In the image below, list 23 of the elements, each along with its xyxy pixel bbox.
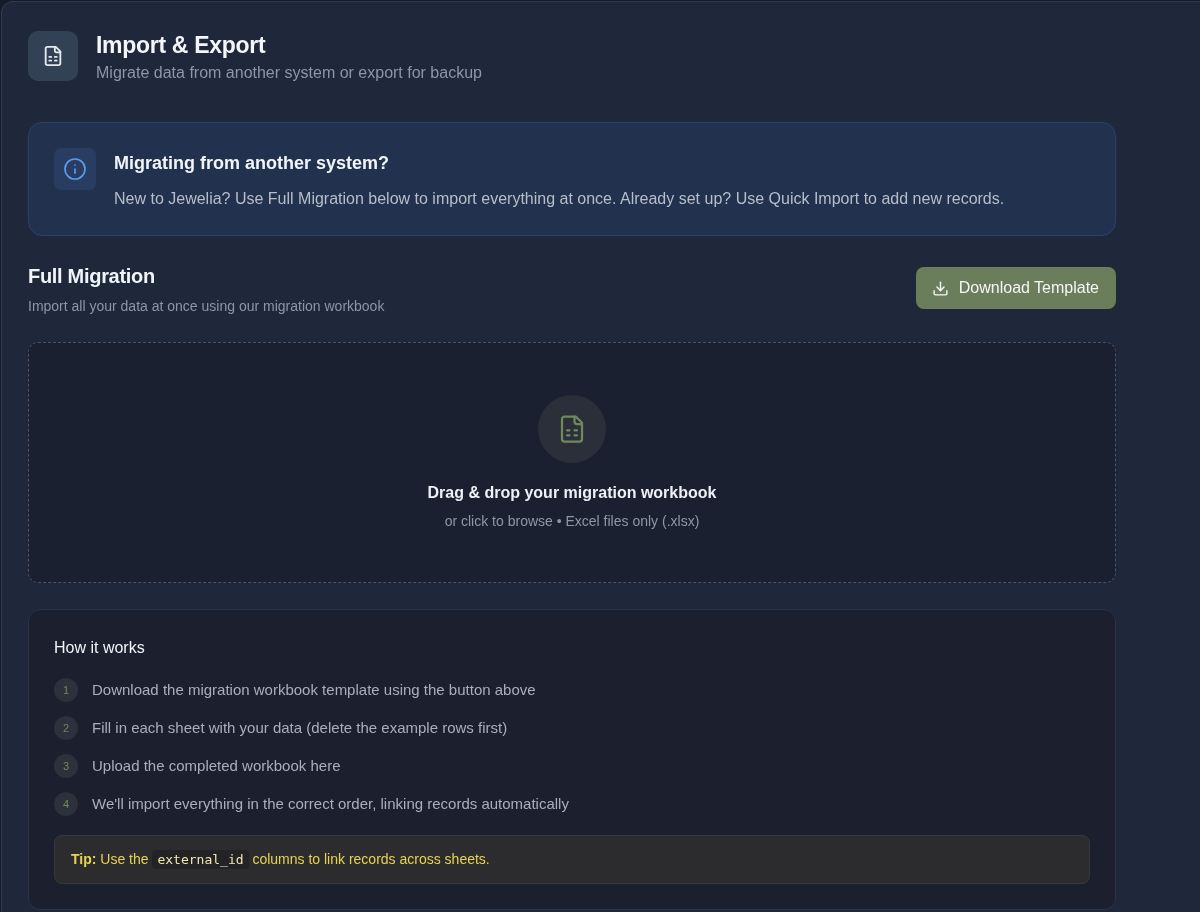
step-text: Upload the completed workbook here — [92, 756, 341, 776]
file-drop-zone[interactable]: Drag & drop your migration workbook or click to browse • Excel files only (.xlsx) — [28, 342, 1116, 583]
step-text: We'll import everything in the correct order, linking records automatically — [92, 794, 569, 814]
download-icon — [931, 279, 949, 297]
step-text: Fill in each sheet with your data (delete the example rows first) — [92, 718, 508, 738]
download-template-button[interactable]: Download Template — [915, 267, 1116, 309]
drop-zone-hint: or click to browse • Excel files only (.xlsx) — [444, 512, 700, 531]
tip-text: Tip: Use the external_id columns to link records across sheets. — [71, 849, 491, 870]
spreadsheet-file-icon — [28, 31, 78, 81]
step-number: 4 — [54, 792, 78, 816]
notice-title: Migrating from another system? — [114, 152, 391, 174]
page-title: Import & Export — [96, 31, 267, 59]
info-icon — [54, 148, 96, 190]
step-text: Download the migration workbook template using the button above — [92, 680, 536, 700]
page-subtitle: Migrate data from another system or export for backup — [96, 63, 482, 83]
drop-zone-title: Drag & drop your migration workbook — [427, 483, 717, 503]
steps-title: How it works — [54, 638, 146, 658]
notice-text: New to Jewelia? Use Full Migration below to import everything at once. Already set up? Use Quick Import to add new records. — [114, 189, 1005, 209]
section-subtitle: Import all your data at once using our migration workbook — [28, 297, 385, 316]
step-number: 3 — [54, 754, 78, 778]
section-title: Full Migration — [28, 264, 156, 288]
step-number: 2 — [54, 716, 78, 740]
step-number: 1 — [54, 678, 78, 702]
